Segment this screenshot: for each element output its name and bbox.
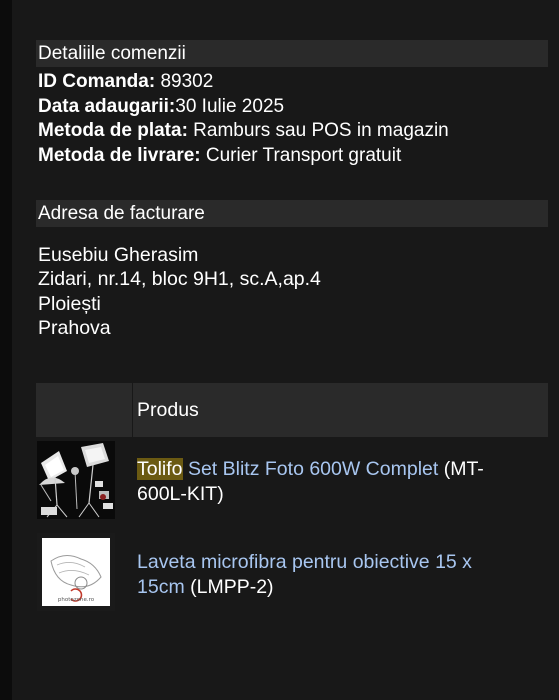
billing-city: Ploiești bbox=[38, 292, 101, 315]
delivery-method-value: Curier Transport gratuit bbox=[200, 144, 402, 166]
studio-flash-kit-icon bbox=[37, 441, 115, 519]
billing-county: Prahova bbox=[38, 316, 111, 339]
product-link[interactable]: Set Blitz Foto 600W Complet bbox=[183, 458, 438, 480]
order-details-heading: Detaliile comenzii bbox=[36, 40, 548, 67]
image-column-divider bbox=[132, 383, 133, 437]
products-table-header: Produs bbox=[36, 383, 548, 437]
microfiber-cloth-image[interactable]: photozone.ro bbox=[37, 533, 115, 611]
svg-text:photozone.ro: photozone.ro bbox=[58, 597, 95, 603]
product-column-header: Produs bbox=[137, 399, 199, 421]
payment-method-value: Ramburs sau POS in magazin bbox=[187, 120, 449, 141]
order-id-line: ID Comanda: 89302 bbox=[38, 70, 449, 95]
microfiber-cloth-icon: photozone.ro bbox=[37, 533, 115, 611]
product-title: Laveta microfibra pentru obiective 15 x … bbox=[137, 550, 517, 599]
billing-street: Zidari, nr.14, bloc 9H1, sc.A,ap.4 bbox=[38, 268, 321, 291]
order-date-label: Data adaugarii: bbox=[38, 95, 176, 117]
product-title: Tolifo Set Blitz Foto 600W Complet (MT-6… bbox=[137, 457, 517, 506]
payment-method-line: Metoda de plata: Ramburs sau POS in maga… bbox=[38, 119, 449, 144]
billing-name: Eusebiu Gherasim bbox=[38, 244, 199, 266]
order-page: Detaliile comenzii ID Comanda: 89302 Dat… bbox=[0, 0, 559, 700]
delivery-method-label: Metoda de livrare: bbox=[38, 144, 201, 166]
product-brand[interactable]: Tolifo bbox=[137, 458, 183, 480]
payment-method-label: Metoda de plata: bbox=[38, 120, 188, 141]
order-details-block: ID Comanda: 89302 Data adaugarii:30 Iuli… bbox=[38, 70, 449, 168]
product-code: (LMPP-2) bbox=[184, 575, 274, 598]
order-date-value: 30 Iulie 2025 bbox=[175, 95, 285, 117]
order-id-label: ID Comanda: bbox=[38, 71, 156, 92]
order-id-value: 89302 bbox=[155, 71, 214, 92]
product-row: Tolifo Set Blitz Foto 600W Complet (MT-6… bbox=[36, 441, 548, 521]
order-date-line: Data adaugarii:30 Iulie 2025 bbox=[38, 95, 449, 120]
product-row: photozone.ro Laveta microfibra pentru ob… bbox=[36, 533, 548, 615]
billing-address-block: Eusebiu Gherasim Zidari, nr.14, bloc 9H1… bbox=[38, 243, 321, 340]
delivery-method-line: Metoda de livrare: Curier Transport grat… bbox=[38, 144, 449, 169]
billing-address-heading: Adresa de facturare bbox=[36, 200, 548, 227]
studio-flash-kit-image[interactable] bbox=[37, 441, 115, 519]
